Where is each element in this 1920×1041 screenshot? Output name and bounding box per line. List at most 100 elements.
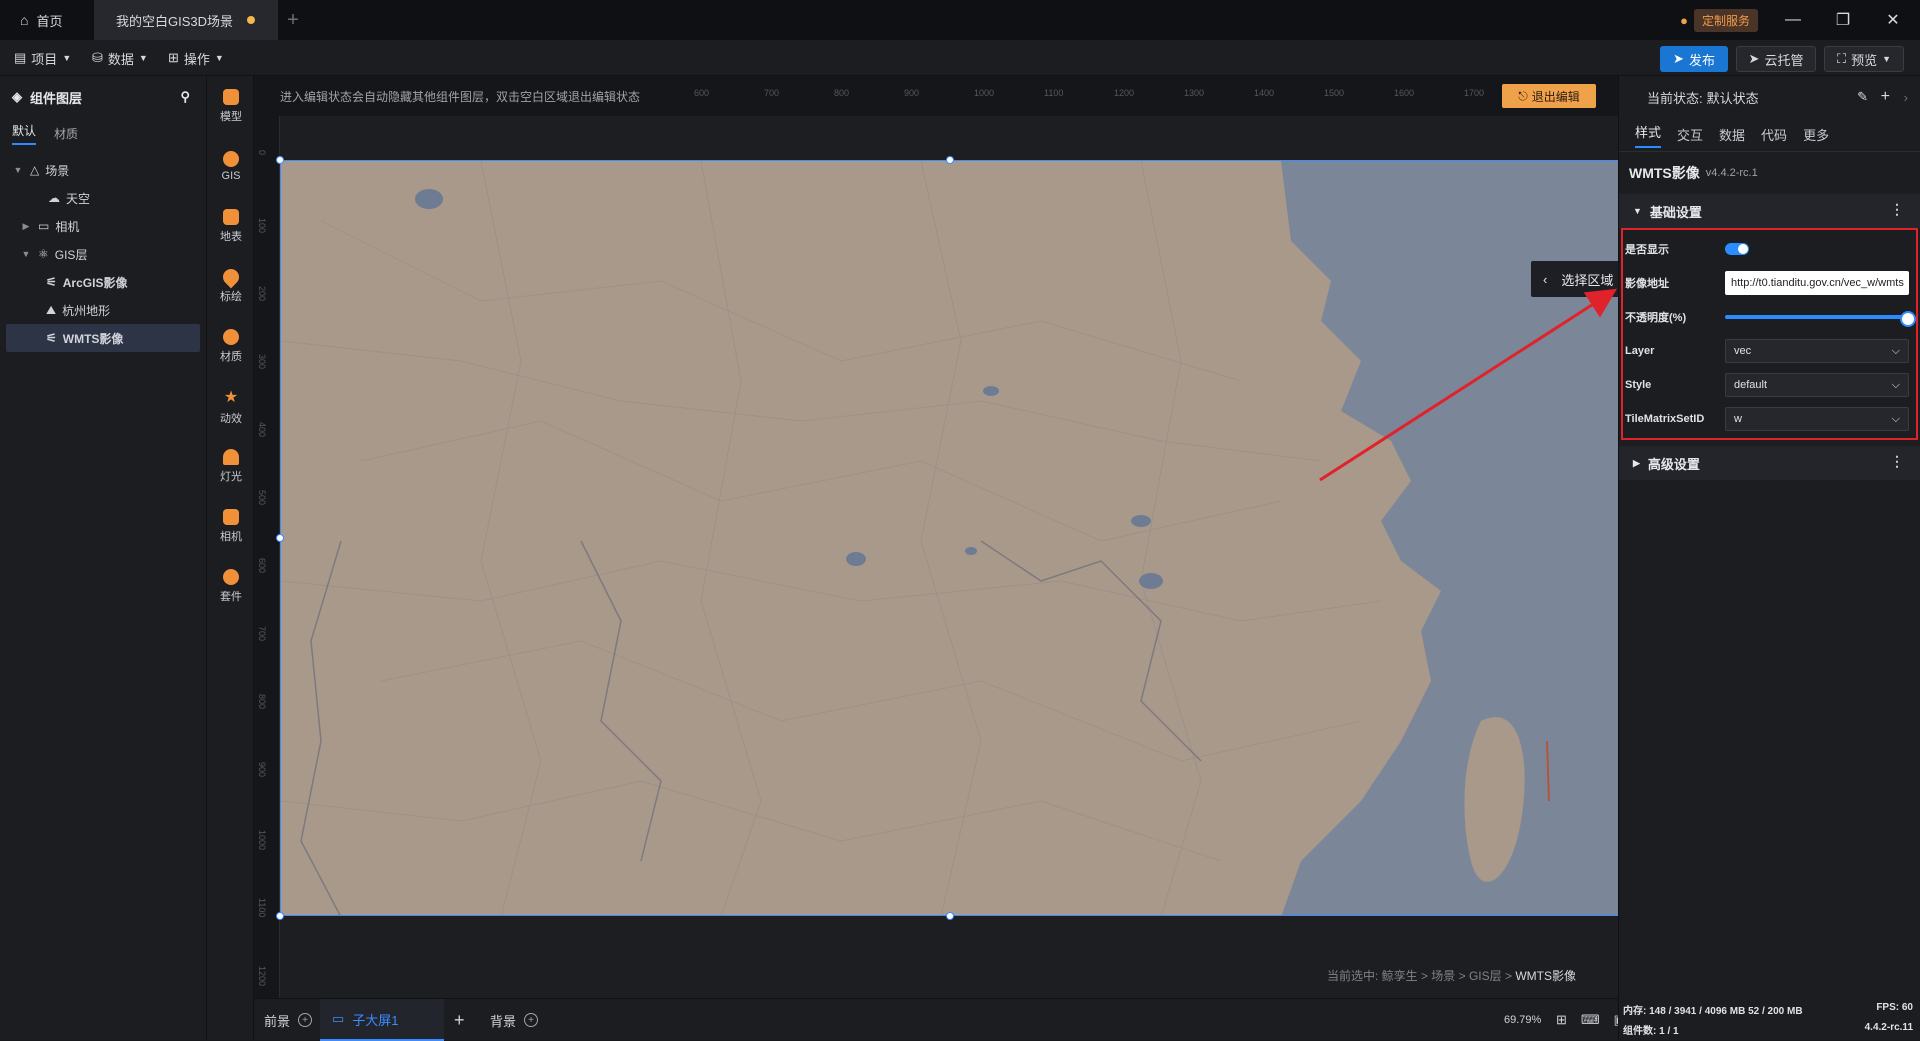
add-circle-icon[interactable]: + [298, 1013, 313, 1027]
menu-data-label: 数据 [107, 51, 134, 67]
tree-item-label: 天空 [66, 191, 91, 206]
layer-select[interactable]: vec ⌵ [1725, 339, 1909, 363]
custom-service[interactable]: ● 定制服务 [1680, 8, 1758, 32]
kit-icon [223, 568, 239, 585]
tree-item-camera[interactable]: ▶ ▭ 相机 [0, 212, 206, 240]
tree-item-label: ArcGIS影像 [62, 275, 128, 290]
more-vertical-icon[interactable]: ⋮ [1890, 453, 1904, 470]
category-plot[interactable]: 标绘 [207, 256, 255, 316]
select-zone-button[interactable]: ‹ 选择区域 [1531, 261, 1619, 297]
chevron-down-icon: ⌵ [1891, 378, 1900, 391]
menu-data[interactable]: ⛁ 数据 ▼ [92, 40, 148, 76]
resize-handle-bottom-left[interactable] [276, 912, 284, 920]
category-label: 相机 [220, 530, 242, 543]
send-icon: ➤ [1673, 51, 1684, 66]
tree-item-sky[interactable]: ☁ 天空 [0, 184, 206, 212]
ruler-tick-label: 500 [257, 490, 267, 506]
tab-background-label: 背景 [490, 1013, 517, 1029]
keyboard-icon[interactable]: ⌨ [1581, 1012, 1600, 1028]
category-model[interactable]: 模型 [207, 76, 255, 136]
advanced-settings-header[interactable]: ▶ 高级设置 ⋮ [1619, 446, 1920, 480]
resize-handle-bottom[interactable] [946, 912, 954, 920]
layer-value: vec [1734, 345, 1752, 357]
component-title: WMTS影像 v4.4.2-rc.1 [1619, 152, 1920, 194]
tab-style[interactable]: 样式 [1635, 122, 1662, 148]
category-camera[interactable]: 相机 [207, 496, 255, 556]
category-effect[interactable]: ★ 动效 [207, 376, 255, 436]
cloud-hosting-button[interactable]: ➤ 云托管 [1736, 46, 1816, 72]
preview-button[interactable]: ⛶ 预览 ▼ [1824, 46, 1904, 72]
tree-item-gis-layer[interactable]: ▼ ⚛ GIS层 [0, 240, 206, 268]
caret-down-icon[interactable]: ▼ [12, 165, 24, 175]
new-tab-button[interactable]: + [278, 0, 308, 40]
unsaved-dot-icon [247, 16, 256, 24]
tree-item-terrain[interactable]: ⛰ 杭州地形 [0, 296, 206, 324]
visible-toggle[interactable] [1725, 243, 1749, 255]
visible-row: 是否显示 [1623, 232, 1916, 266]
menu-project[interactable]: ▤ 项目 ▼ [14, 40, 71, 76]
zoom-value: 69.79% [1504, 1014, 1542, 1026]
fit-screen-icon[interactable]: ⊞ [1556, 1012, 1567, 1028]
tree-item-arcgis[interactable]: ⚟ ArcGIS影像 [0, 268, 206, 296]
tab-foreground[interactable]: 前景 + [264, 999, 313, 1041]
tab-code[interactable]: 代码 [1761, 125, 1787, 144]
canvas-tools: ⊞ ⌨ ▣ [1556, 999, 1626, 1041]
category-label: 灯光 [220, 470, 242, 483]
tilematrix-row: TileMatrixSetID w ⌵ [1623, 402, 1916, 436]
url-label: 影像地址 [1625, 278, 1669, 290]
category-material[interactable]: 材质 [207, 316, 255, 376]
map-view[interactable]: ‹ 选择区域 [280, 160, 1620, 916]
tab-default[interactable]: 默认 [12, 122, 37, 145]
tree-item-label: WMTS影像 [62, 331, 124, 346]
restore-button[interactable]: ❐ [1820, 0, 1866, 40]
tab-interaction[interactable]: 交互 [1677, 125, 1703, 144]
canvas-area[interactable]: 进入编辑状态会自动隐藏其他组件图层，双击空白区域退出编辑状态 600 700 800… [254, 76, 1620, 998]
resize-handle-top-left[interactable] [276, 156, 284, 164]
category-kit[interactable]: 套件 [207, 556, 255, 616]
tab-more[interactable]: 更多 [1803, 125, 1829, 144]
state-value: 默认状态 [1706, 90, 1759, 106]
add-screen-button[interactable]: + [454, 999, 465, 1041]
camera-icon [223, 508, 239, 525]
tree-item-scene[interactable]: ▼ △ 场景 [0, 156, 206, 184]
edit-icon[interactable]: ✎ [1857, 89, 1868, 105]
document-tab[interactable]: 我的空白GIS3D场景 [94, 0, 278, 40]
resize-handle-left[interactable] [276, 534, 284, 542]
tab-material[interactable]: 材质 [54, 125, 78, 142]
visible-label: 是否显示 [1625, 244, 1669, 256]
caret-right-icon[interactable]: ▶ [20, 221, 32, 232]
exit-edit-button[interactable]: ⎋ 退出编辑 [1502, 84, 1596, 108]
toolbar: ▤ 项目 ▼ ⛁ 数据 ▼ ⊞ 操作 ▼ ➤ 发布 ➤ 云托管 ⛶ 预览 ▼ [0, 40, 1920, 76]
caret-down-icon[interactable]: ▼ [20, 249, 32, 259]
tab-sub-screen[interactable]: ▭ 子大屏1 [320, 999, 444, 1041]
layer-tabs: 默认 材质 [0, 118, 206, 148]
tab-data[interactable]: 数据 [1719, 125, 1745, 144]
close-button[interactable]: ✕ [1870, 0, 1916, 40]
chevron-right-icon[interactable]: › [1904, 90, 1908, 105]
tilematrix-select[interactable]: w ⌵ [1725, 407, 1909, 431]
resize-handle-top[interactable] [946, 156, 954, 164]
minimize-button[interactable]: — [1770, 0, 1816, 40]
menu-operation[interactable]: ⊞ 操作 ▼ [168, 40, 224, 76]
zoom-level[interactable]: 69.79% [1504, 999, 1541, 1041]
category-light[interactable]: 灯光 [207, 436, 255, 496]
ruler-tick-label: 600 [257, 558, 267, 574]
basic-settings-header[interactable]: ▼ 基础设置 ⋮ [1619, 194, 1920, 228]
style-select[interactable]: default ⌵ [1725, 373, 1909, 397]
ruler-tick-label: 300 [257, 354, 267, 370]
url-input[interactable]: http://t0.tianditu.gov.cn/vec_w/wmts [1725, 271, 1909, 295]
opacity-slider[interactable] [1725, 311, 1916, 327]
search-icon[interactable]: ⚲ [180, 89, 190, 105]
cloud-hosting-label: 云托管 [1764, 52, 1804, 68]
add-icon[interactable]: + [1881, 88, 1890, 106]
home-tab[interactable]: ⌂ 首页 [20, 0, 90, 40]
ruler-tick-label: 400 [257, 422, 267, 438]
memory-stat: 内存: 148 / 3941 / 4096 MB 52 / 200 MB [1623, 1006, 1803, 1017]
add-circle-icon[interactable]: + [524, 1013, 539, 1027]
tab-background[interactable]: 背景 + [490, 999, 539, 1041]
publish-button[interactable]: ➤ 发布 [1660, 46, 1728, 72]
category-surface[interactable]: 地表 [207, 196, 255, 256]
tree-item-wmts[interactable]: ⚟ WMTS影像 [6, 324, 200, 352]
more-vertical-icon[interactable]: ⋮ [1890, 201, 1904, 218]
category-gis[interactable]: GIS [207, 136, 255, 196]
